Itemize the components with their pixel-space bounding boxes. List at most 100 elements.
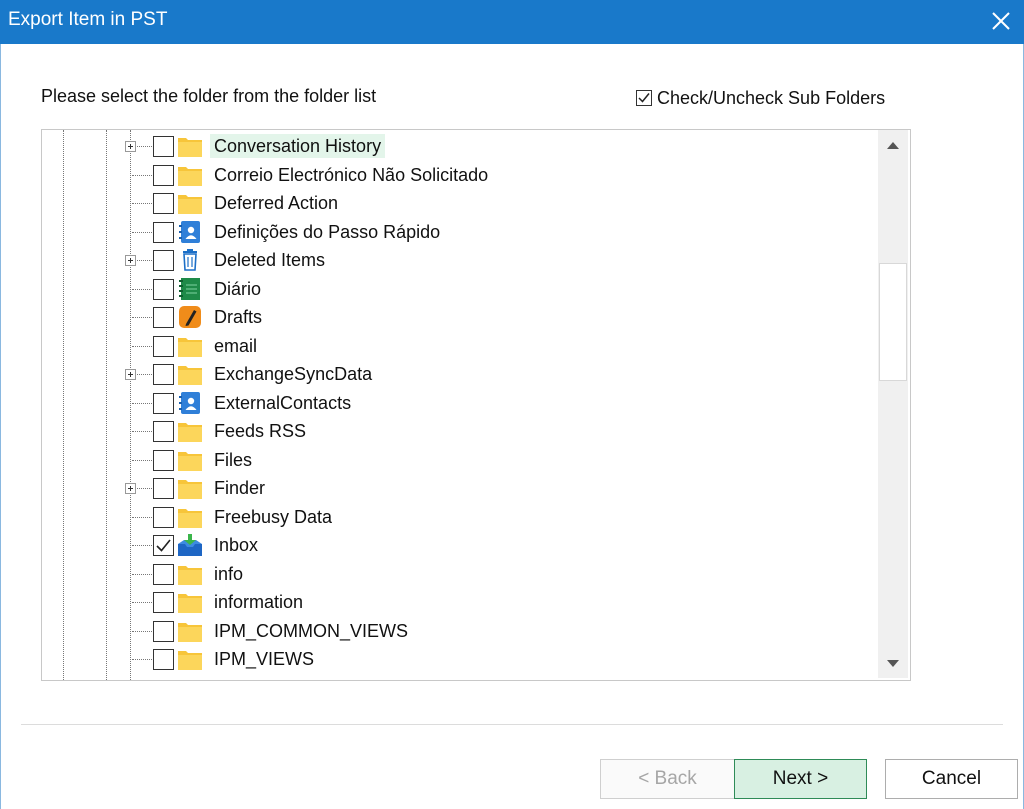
folder-label[interactable]: Files xyxy=(210,448,256,472)
tree-row[interactable]: Inbox xyxy=(42,531,872,559)
tree-row[interactable]: Conversation History xyxy=(42,132,872,160)
folder-checkbox[interactable] xyxy=(153,620,174,642)
title-bar: Export Item in PST xyxy=(0,0,1024,44)
folder-label[interactable]: Conversation History xyxy=(210,134,386,158)
folder-checkbox[interactable] xyxy=(153,592,174,613)
folder-tree[interactable]: Conversation History Correio Electrónico … xyxy=(41,129,911,681)
folder-icon xyxy=(177,362,203,386)
folder-label[interactable]: Feeds RSS xyxy=(210,419,310,443)
folder-label[interactable]: Finder xyxy=(210,476,269,500)
folder-checkbox[interactable] xyxy=(153,649,174,670)
folder-icon xyxy=(177,505,203,529)
tree-connector xyxy=(132,459,152,461)
expand-icon[interactable] xyxy=(125,483,136,494)
next-button[interactable]: Next > xyxy=(734,759,867,799)
tree-connector xyxy=(132,545,152,546)
folder-icon xyxy=(177,419,203,443)
folder-icon xyxy=(177,647,203,671)
contacts-icon xyxy=(177,220,203,244)
tree-row[interactable]: IPM_COMMON_VIEWS xyxy=(42,617,872,645)
folder-icon xyxy=(177,562,203,586)
folder-label[interactable]: Deleted Items xyxy=(210,248,329,272)
folder-prompt: Please select the folder from the folder… xyxy=(41,86,377,106)
tree-row[interactable]: information xyxy=(42,588,872,616)
folder-label[interactable]: Definições do Passo Rápido xyxy=(210,220,444,244)
folder-checkbox[interactable] xyxy=(153,421,174,442)
tree-row[interactable]: ExchangeSyncData xyxy=(42,360,872,388)
tree-row[interactable]: Deleted Items xyxy=(42,246,872,274)
scroll-up-button[interactable] xyxy=(878,130,908,160)
folder-checkbox[interactable] xyxy=(153,392,174,414)
tree-row[interactable]: Freebusy Data xyxy=(42,503,872,531)
folder-label[interactable]: IPM_COMMON_VIEWS xyxy=(210,619,412,643)
checkmark-icon xyxy=(638,93,650,103)
folder-label[interactable]: ExchangeSyncData xyxy=(210,362,376,386)
tree-row[interactable]: Finder xyxy=(42,474,872,502)
tree-connector xyxy=(132,516,152,518)
drafts-icon xyxy=(177,305,203,329)
folder-checkbox[interactable] xyxy=(153,307,174,328)
journal-icon xyxy=(177,277,203,301)
tree-row[interactable]: ExternalContacts xyxy=(42,389,872,417)
expand-icon[interactable] xyxy=(125,369,136,380)
folder-label[interactable]: Correio Electrónico Não Solicitado xyxy=(210,163,492,187)
scroll-thumb[interactable] xyxy=(879,263,907,381)
subfolders-checkbox[interactable]: Check/Uncheck Sub Folders xyxy=(636,86,885,110)
tree-row[interactable]: Files xyxy=(42,446,872,474)
expand-icon[interactable] xyxy=(125,255,136,266)
tree-row[interactable]: Diário xyxy=(42,275,872,303)
tree-connector xyxy=(132,431,152,432)
scroll-down-button[interactable] xyxy=(878,648,908,678)
subfolders-label: Check/Uncheck Sub Folders xyxy=(657,87,886,108)
inbox-icon xyxy=(177,533,203,557)
folder-label[interactable]: ExternalContacts xyxy=(210,391,355,415)
folder-checkbox[interactable] xyxy=(153,364,174,385)
tree-row[interactable]: info xyxy=(42,560,872,588)
close-button[interactable] xyxy=(978,0,1024,44)
folder-checkbox[interactable] xyxy=(153,449,174,471)
folder-checkbox[interactable] xyxy=(153,335,174,357)
tree-connector xyxy=(132,659,152,660)
folder-label[interactable]: Freebusy Data xyxy=(210,505,336,529)
tree-row[interactable]: email xyxy=(42,332,872,360)
subfolders-checkbox-box[interactable] xyxy=(636,90,652,106)
tree-connector xyxy=(132,402,152,404)
window-title: Export Item in PST xyxy=(8,9,168,30)
close-icon xyxy=(992,12,1010,30)
tree-row[interactable]: Drafts xyxy=(42,303,872,331)
folder-checkbox[interactable] xyxy=(153,136,174,157)
tree-row[interactable]: Feeds RSS xyxy=(42,417,872,445)
tree-connector xyxy=(132,203,152,204)
tree-connector xyxy=(132,288,152,290)
folder-checkbox[interactable] xyxy=(153,164,174,186)
tree-vertical-scrollbar[interactable] xyxy=(878,130,908,678)
folder-checkbox[interactable] xyxy=(153,278,174,300)
folder-icon xyxy=(177,163,203,187)
folder-label[interactable]: email xyxy=(210,334,261,358)
folder-checkbox[interactable] xyxy=(153,250,174,271)
tree-connector xyxy=(132,174,152,176)
folder-checkbox[interactable] xyxy=(153,506,174,528)
expand-icon[interactable] xyxy=(125,141,136,152)
folder-checkbox[interactable] xyxy=(153,478,174,499)
tree-row[interactable]: Definições do Passo Rápido xyxy=(42,218,872,246)
folder-checkbox[interactable] xyxy=(153,535,174,556)
tree-row[interactable]: IPM_VIEWS xyxy=(42,645,872,673)
folder-label[interactable]: Diário xyxy=(210,277,265,301)
folder-label[interactable]: Deferred Action xyxy=(210,191,342,215)
footer-separator xyxy=(21,724,1003,725)
folder-label[interactable]: Inbox xyxy=(210,533,262,557)
folder-label[interactable]: information xyxy=(210,590,307,614)
tree-row[interactable]: Correio Electrónico Não Solicitado xyxy=(42,161,872,189)
folder-checkbox[interactable] xyxy=(153,193,174,214)
folder-label[interactable]: Drafts xyxy=(210,305,266,329)
folder-label[interactable]: info xyxy=(210,562,247,586)
cancel-button[interactable]: Cancel xyxy=(885,759,1018,799)
back-button[interactable]: < Back xyxy=(600,759,735,799)
folder-checkbox[interactable] xyxy=(153,563,174,585)
tree-row[interactable]: Deferred Action xyxy=(42,189,872,217)
window-border-left xyxy=(0,44,1,809)
folder-checkbox[interactable] xyxy=(153,221,174,243)
contacts-icon xyxy=(177,391,203,415)
folder-label[interactable]: IPM_VIEWS xyxy=(210,647,318,671)
